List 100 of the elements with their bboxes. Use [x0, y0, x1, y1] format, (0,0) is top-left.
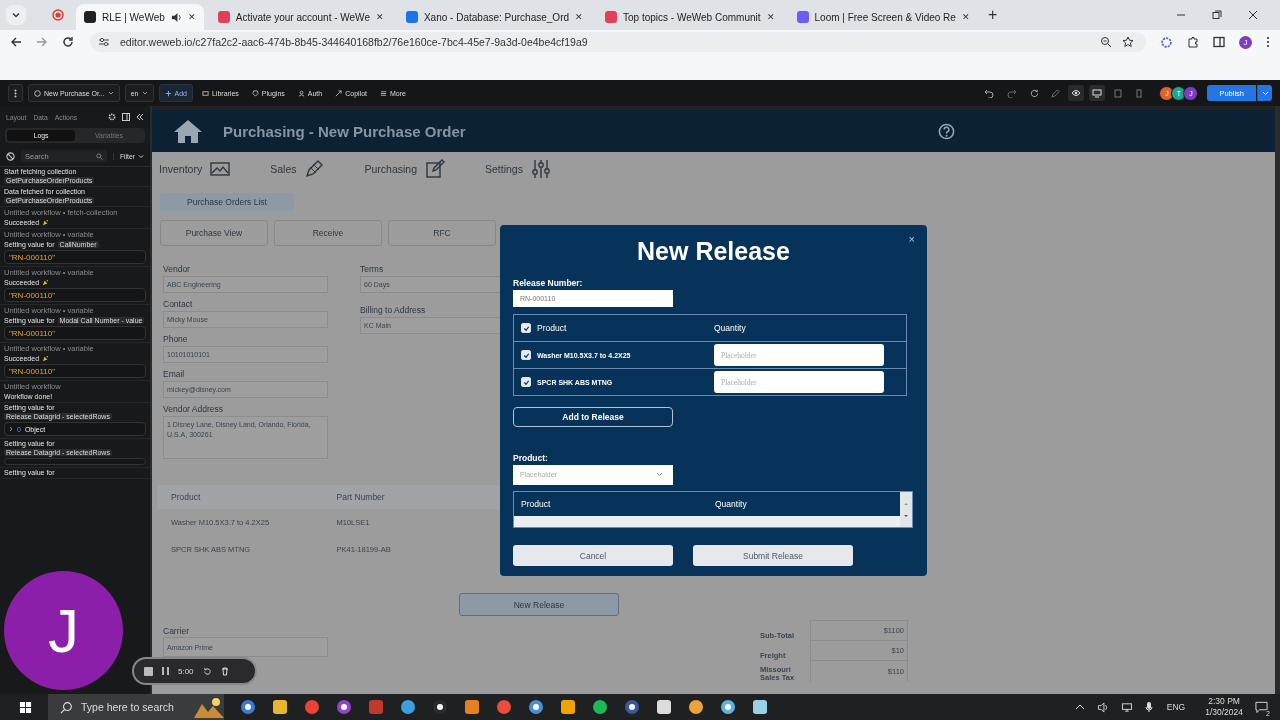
preview-button[interactable] — [1068, 85, 1085, 101]
site-icon — [405, 11, 418, 23]
clock-date[interactable]: 1/30/2024 — [1205, 707, 1243, 719]
log-value: "RN-000110" — [4, 364, 146, 378]
field-label: Phone — [163, 334, 189, 344]
chevron-up-icon[interactable] — [1074, 704, 1085, 710]
undo-icon[interactable] — [984, 88, 995, 98]
browser-tab[interactable]: Loom | Free Screen & Video Re ✕ — [788, 4, 978, 30]
speaker-icon[interactable] — [1096, 701, 1109, 713]
caret-icon — [1261, 90, 1269, 96]
field-label: Email — [163, 369, 186, 379]
extension-icon[interactable] — [1160, 35, 1173, 49]
trash-icon[interactable] — [220, 666, 229, 676]
search-icon — [60, 700, 73, 714]
microphone-icon[interactable] — [1144, 701, 1153, 713]
close-icon[interactable] — [1248, 10, 1258, 20]
collapse-icon[interactable] — [136, 113, 144, 121]
recording-timer: 5:00 — [178, 666, 194, 676]
expand-icon[interactable] — [9, 426, 13, 432]
publish-menu-button[interactable] — [1257, 85, 1272, 101]
help-icon[interactable] — [938, 122, 955, 140]
site-settings-icon[interactable] — [98, 36, 110, 48]
back-icon[interactable] — [10, 36, 22, 48]
sliders-icon[interactable] — [530, 159, 551, 179]
check-icon — [522, 378, 530, 386]
settings-icon[interactable] — [108, 113, 116, 121]
close-tab-button[interactable]: ✕ — [375, 12, 384, 22]
new-tab-button[interactable]: + — [987, 6, 998, 24]
close-tab-button[interactable]: ✕ — [961, 12, 970, 22]
close-button[interactable]: × — [908, 233, 915, 245]
sidebar-icon[interactable] — [1213, 36, 1225, 48]
close-tab-button[interactable]: ✕ — [575, 12, 584, 22]
address-bar[interactable]: editor.weweb.io/c27fa2c2-aac6-474b-8b45-344640168fb2/76e160ce-7bc4-45e7-9a3d-0e4be4cf19a9 — [90, 32, 1146, 52]
checkbox[interactable] — [521, 323, 531, 334]
scrollbar[interactable] — [900, 492, 912, 527]
new-release-button[interactable]: New Release — [459, 593, 619, 616]
checkbox[interactable] — [521, 377, 531, 388]
purchase-orders-list-button[interactable]: Purchase Orders List — [160, 193, 294, 211]
app-symbol-icon — [336, 699, 352, 715]
home-icon[interactable] — [173, 118, 203, 144]
tab-list-button[interactable] — [6, 5, 26, 25]
view-tab[interactable]: Receive — [274, 220, 382, 246]
speaker-icon[interactable] — [170, 11, 182, 23]
restore-icon[interactable] — [1212, 10, 1222, 20]
scrollbar[interactable] — [514, 516, 900, 527]
browser-tab[interactable]: Activate your account - WeWe ✕ — [209, 4, 392, 30]
view-tab[interactable]: Purchase View — [160, 220, 268, 246]
stop-button[interactable] — [144, 666, 153, 676]
restart-icon[interactable] — [202, 666, 212, 676]
nav-link[interactable]: Sales — [270, 163, 297, 175]
field-label: Contact — [163, 299, 194, 309]
clear-icon[interactable] — [6, 151, 15, 161]
browser-tab[interactable]: RLE | WeWeb ✕ — [76, 4, 204, 30]
app-symbol-icon — [496, 699, 512, 715]
view-tab[interactable]: RFC — [388, 220, 496, 246]
network-icon[interactable] — [1120, 701, 1133, 713]
nav-link[interactable]: Settings — [485, 163, 523, 175]
star-icon[interactable] — [1122, 36, 1134, 48]
redo-icon[interactable] — [1007, 88, 1018, 98]
taskbar-search-field[interactable]: Type here to search — [48, 694, 224, 720]
close-tab-button[interactable]: ✕ — [187, 12, 196, 22]
more-button[interactable] — [8, 84, 23, 102]
field-label: Vendor — [163, 264, 191, 274]
pause-icon[interactable] — [162, 667, 169, 675]
desktop-view-button[interactable] — [1089, 85, 1106, 101]
log-value: "RN-000110" — [4, 326, 146, 340]
zoom-icon[interactable] — [1100, 36, 1112, 48]
reload-icon[interactable] — [62, 36, 74, 48]
app-symbol-icon — [592, 699, 608, 715]
menu-icon[interactable] — [1266, 36, 1270, 48]
cancel-button[interactable]: Cancel — [513, 545, 673, 566]
submit-release-button[interactable]: Submit Release — [693, 545, 853, 566]
nav-link[interactable]: Inventory — [159, 163, 203, 175]
forward-icon[interactable] — [36, 36, 48, 48]
dots-icon — [14, 88, 17, 98]
edit-icon[interactable] — [425, 159, 445, 179]
pencil-icon[interactable] — [304, 159, 325, 179]
link-icon — [335, 89, 343, 97]
site-icon — [217, 11, 230, 23]
puzzle-icon[interactable] — [1187, 36, 1199, 48]
record-icon[interactable] — [52, 9, 64, 21]
start-icon[interactable] — [19, 700, 32, 714]
column-header: Part Number — [336, 492, 386, 502]
language-indicator[interactable]: ENG — [1166, 702, 1186, 712]
check-icon — [522, 351, 530, 359]
field-label: Billing to Address — [360, 305, 427, 315]
search-icon — [95, 152, 103, 160]
browser-tab[interactable]: Xano - Database: Purchase_Ord ✕ — [397, 4, 592, 30]
browser-tab[interactable]: Top topics - WeWeb Communit ✕ — [597, 4, 783, 30]
add-to-release-button[interactable]: Add to Release — [513, 407, 673, 427]
panel-icon[interactable] — [122, 113, 130, 121]
profile-avatar[interactable]: J — [1239, 35, 1252, 49]
clock-time[interactable]: 2:30 PM — [1208, 695, 1240, 707]
close-tab-button[interactable]: ✕ — [766, 12, 775, 22]
picture-icon[interactable] — [210, 159, 231, 179]
nav-link[interactable]: Purchasing — [364, 163, 417, 175]
caret-icon — [656, 472, 663, 478]
tablet-icon — [1114, 88, 1123, 98]
app-symbol-icon — [688, 699, 704, 715]
checkbox[interactable] — [521, 350, 531, 361]
